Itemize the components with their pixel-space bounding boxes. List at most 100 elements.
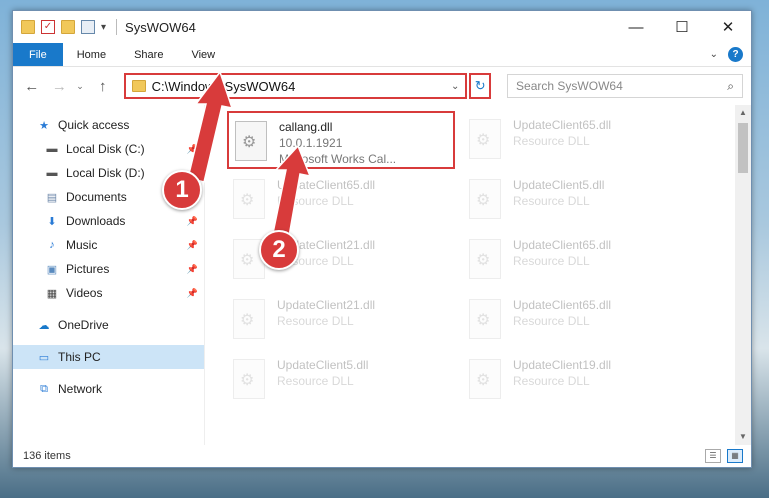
cloud-icon: ☁ xyxy=(38,319,50,332)
dll-file-icon xyxy=(233,179,265,219)
item-count: 136 items xyxy=(23,450,71,462)
expand-ribbon-chevron-icon[interactable]: ⌄ xyxy=(710,49,718,60)
file-name: UpdateClient65.dll xyxy=(277,178,376,192)
view-properties-icon[interactable] xyxy=(81,20,95,34)
file-name: UpdateClient5.dll xyxy=(513,178,605,192)
sidebar-item-label: Quick access xyxy=(58,118,130,132)
search-input[interactable]: Search SysWOW64 ⌕ xyxy=(507,74,743,98)
large-icons-view-icon[interactable]: ▦ xyxy=(727,449,743,463)
ribbon-tabs: File Home Share View ⌄ ? xyxy=(13,43,751,67)
folder-icon xyxy=(131,80,146,92)
search-placeholder: Search SysWOW64 xyxy=(516,79,623,93)
sidebar-item-label: Local Disk (D:) xyxy=(66,166,145,180)
file-tile[interactable]: UpdateClient5.dll Resource DLL xyxy=(463,171,683,227)
back-arrow-icon[interactable]: ← xyxy=(21,78,43,95)
pin-icon: 📌 xyxy=(186,143,198,154)
properties-check-icon[interactable]: ✓ xyxy=(41,20,55,34)
pin-icon: 📌 xyxy=(186,215,198,226)
file-name: UpdateClient19.dll xyxy=(513,358,612,372)
explorer-window: ✓ ▾ SysWOW64 — ☐ ✕ File Home Share View … xyxy=(12,10,752,468)
sidebar-item-onedrive[interactable]: ☁ OneDrive xyxy=(13,313,204,337)
tab-share[interactable]: Share xyxy=(120,43,177,66)
new-folder-icon[interactable] xyxy=(61,20,75,34)
folder-icon xyxy=(21,20,35,34)
dll-file-icon xyxy=(469,119,501,159)
sidebar-item-music[interactable]: ♪ Music 📌 xyxy=(13,233,204,257)
help-icon[interactable]: ? xyxy=(728,47,743,62)
sidebar-item-pictures[interactable]: ▣ Pictures 📌 xyxy=(13,257,204,281)
sidebar-item-network[interactable]: ⧉ Network xyxy=(13,377,204,401)
sidebar-item-label: Documents xyxy=(66,190,127,204)
file-tile[interactable]: UpdateClient65.dll Resource DLL xyxy=(227,171,447,227)
file-name: UpdateClient65.dll xyxy=(513,118,612,132)
sidebar-item-label: Downloads xyxy=(66,214,126,228)
customize-toolbar-chevron-icon[interactable]: ▾ xyxy=(101,22,106,33)
file-tile-highlighted[interactable]: callang.dll 10.0.1.1921 Microsoft Works … xyxy=(227,111,455,169)
file-list: callang.dll 10.0.1.1921 Microsoft Works … xyxy=(205,105,751,445)
tab-file[interactable]: File xyxy=(13,43,63,66)
file-tile[interactable]: UpdateClient21.dll Resource DLL xyxy=(227,291,447,347)
details-view-icon[interactable]: ☰ xyxy=(705,449,721,463)
dll-file-icon xyxy=(469,359,501,399)
refresh-icon[interactable]: ↻ xyxy=(469,73,492,99)
pictures-icon: ▣ xyxy=(46,263,58,276)
file-type: Resource DLL xyxy=(513,134,590,148)
file-type: Resource DLL xyxy=(277,374,354,388)
file-name: UpdateClient5.dll xyxy=(277,358,369,372)
pin-icon: 📌 xyxy=(186,239,198,250)
file-tile[interactable]: UpdateClient65.dll Resource DLL xyxy=(463,111,683,167)
sidebar-item-this-pc[interactable]: ▭ This PC xyxy=(13,345,204,369)
address-bar[interactable]: C:\Windows\SysWOW64 ⌄ xyxy=(123,73,468,99)
music-icon: ♪ xyxy=(49,239,55,251)
sidebar-item-label: Pictures xyxy=(66,262,110,276)
recent-locations-chevron-icon[interactable]: ⌄ xyxy=(76,81,86,92)
vertical-scrollbar[interactable]: ▲ ▼ xyxy=(735,105,751,445)
sidebar-item-label: This PC xyxy=(58,350,101,364)
file-name: callang.dll xyxy=(279,120,333,134)
status-bar: 136 items ☰ ▦ xyxy=(13,445,751,467)
step-marker-1: 1 xyxy=(162,170,202,210)
tab-home[interactable]: Home xyxy=(63,43,120,66)
navigation-pane: ★ Quick access ▬ Local Disk (C:) 📌 ▬ Loc… xyxy=(13,105,205,445)
pin-icon: 📌 xyxy=(186,287,198,298)
sidebar-item-downloads[interactable]: ⬇ Downloads 📌 xyxy=(13,209,204,233)
dll-file-icon xyxy=(469,299,501,339)
close-button[interactable]: ✕ xyxy=(705,11,751,43)
sidebar-item-label: Network xyxy=(58,382,103,396)
sidebar-item-label: Local Disk (C:) xyxy=(66,142,145,156)
quick-access-toolbar: ✓ ▾ xyxy=(13,19,121,35)
forward-arrow-icon[interactable]: → xyxy=(49,78,71,95)
file-name: UpdateClient65.dll xyxy=(513,238,612,252)
navigation-bar: ← → ⌄ ↑ C:\Windows\SysWOW64 ⌄ ↻ Search S… xyxy=(13,67,751,105)
toolbar-separator xyxy=(116,19,118,35)
file-type: Resource DLL xyxy=(277,314,354,328)
scroll-up-icon[interactable]: ▲ xyxy=(735,105,751,121)
file-tile[interactable]: UpdateClient65.dll Resource DLL xyxy=(463,291,683,347)
file-tile[interactable]: UpdateClient21.dllResource DLL xyxy=(227,231,447,287)
file-tile[interactable]: UpdateClient19.dll Resource DLL xyxy=(463,351,683,407)
sidebar-item-local-disk-c[interactable]: ▬ Local Disk (C:) 📌 xyxy=(13,137,204,161)
file-type: Resource DLL xyxy=(513,374,590,388)
file-name: UpdateClient21.dll xyxy=(277,298,376,312)
main-content: ★ Quick access ▬ Local Disk (C:) 📌 ▬ Loc… xyxy=(13,105,751,445)
sidebar-item-label: Videos xyxy=(66,286,103,300)
tab-view[interactable]: View xyxy=(177,43,229,66)
sidebar-item-quick-access[interactable]: ★ Quick access xyxy=(13,113,204,137)
up-arrow-icon[interactable]: ↑ xyxy=(92,78,114,95)
minimize-button[interactable]: — xyxy=(613,11,659,43)
videos-icon: ▦ xyxy=(46,287,58,300)
file-tile[interactable]: UpdateClient5.dll Resource DLL xyxy=(227,351,447,407)
file-tile[interactable]: UpdateClient65.dll Resource DLL xyxy=(463,231,683,287)
sidebar-item-videos[interactable]: ▦ Videos 📌 xyxy=(13,281,204,305)
file-type: Resource DLL xyxy=(513,314,590,328)
drive-icon: ▬ xyxy=(46,167,58,179)
window-title: SysWOW64 xyxy=(125,19,196,35)
maximize-button[interactable]: ☐ xyxy=(659,11,705,43)
scroll-down-icon[interactable]: ▼ xyxy=(735,429,751,445)
scrollbar-thumb[interactable] xyxy=(738,123,748,173)
file-type: Resource DLL xyxy=(513,194,590,208)
file-type: Resource DLL xyxy=(277,194,354,208)
address-dropdown-chevron-icon[interactable]: ⌄ xyxy=(451,81,459,92)
sidebar-item-label: OneDrive xyxy=(58,318,109,332)
dll-file-icon xyxy=(233,359,265,399)
